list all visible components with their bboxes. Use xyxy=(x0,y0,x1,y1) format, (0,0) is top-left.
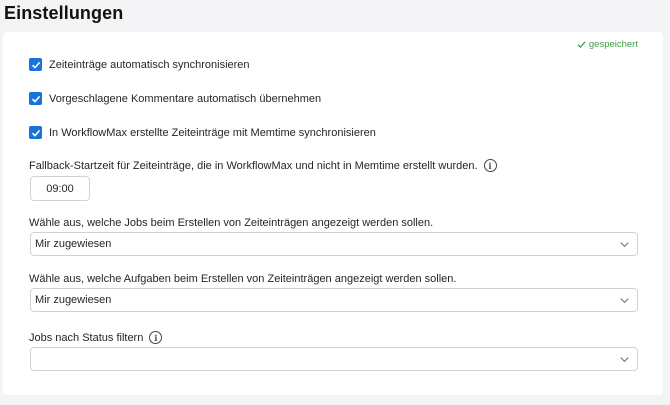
checkmark-icon xyxy=(577,41,586,49)
fallback-time-input[interactable]: 09:00 xyxy=(30,176,90,201)
page-title: Einstellungen xyxy=(4,3,124,23)
settings-card: gespeichert Zeiteinträge automatisch syn… xyxy=(3,32,663,395)
checkmark-icon xyxy=(31,61,40,69)
info-icon[interactable]: i xyxy=(483,159,497,172)
checkbox-auto-sync[interactable] xyxy=(29,58,42,71)
checkbox-row-auto-sync[interactable]: Zeiteinträge automatisch synchronisieren xyxy=(29,58,250,71)
checkbox-row-auto-comments[interactable]: Vorgeschlagene Kommentare automatisch üb… xyxy=(29,92,321,105)
chevron-down-icon xyxy=(620,242,629,248)
checkbox-label: Zeiteinträge automatisch synchronisieren xyxy=(49,58,250,71)
info-icon[interactable]: i xyxy=(149,331,163,344)
checkbox-label: Vorgeschlagene Kommentare automatisch üb… xyxy=(49,92,322,105)
status-filter-label: Jobs nach Status filtern xyxy=(29,331,144,344)
checkbox-sync-workflowmax[interactable] xyxy=(29,126,42,139)
saved-label: gespeichert xyxy=(588,39,638,50)
checkmark-icon xyxy=(31,129,40,137)
jobs-select-value: Mir zugewiesen xyxy=(35,238,112,250)
chevron-down-icon xyxy=(620,298,629,304)
tasks-select[interactable]: Mir zugewiesen xyxy=(30,288,638,312)
tasks-select-label: Wähle aus, welche Aufgaben beim Erstelle… xyxy=(29,273,457,285)
tasks-select-value: Mir zugewiesen xyxy=(35,294,112,306)
status-filter-select[interactable] xyxy=(30,347,638,371)
saved-indicator: gespeichert xyxy=(577,39,638,50)
status-filter-label-row: Jobs nach Status filtern i xyxy=(29,331,163,344)
chevron-down-icon xyxy=(620,357,629,363)
jobs-select[interactable]: Mir zugewiesen xyxy=(30,232,638,256)
fallback-label: Fallback-Startzeit für Zeiteinträge, die… xyxy=(29,159,478,172)
jobs-select-label: Wähle aus, welche Jobs beim Erstellen vo… xyxy=(29,217,434,229)
checkmark-icon xyxy=(31,95,40,103)
fallback-label-row: Fallback-Startzeit für Zeiteinträge, die… xyxy=(29,159,497,172)
checkbox-auto-comments[interactable] xyxy=(29,92,42,105)
checkbox-label: In WorkflowMax erstellte Zeiteinträge mi… xyxy=(49,126,376,139)
checkbox-row-sync-workflowmax[interactable]: In WorkflowMax erstellte Zeiteinträge mi… xyxy=(29,126,376,139)
